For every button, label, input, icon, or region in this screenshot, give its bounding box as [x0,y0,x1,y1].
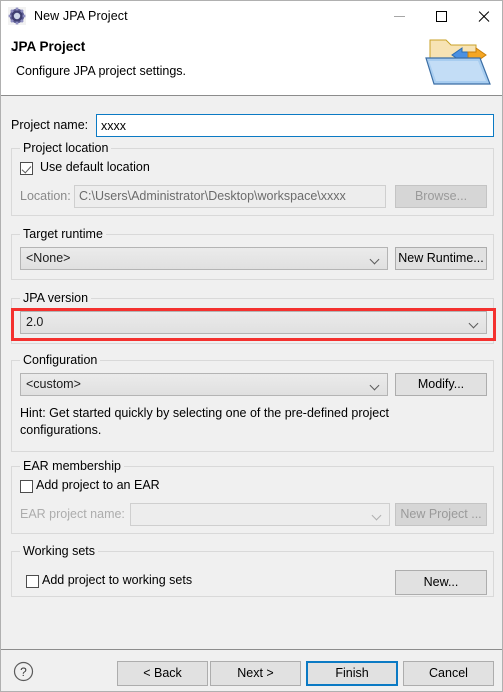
jpa-version-group-label: JPA version [20,291,92,305]
working-sets-group-label: Working sets [20,544,99,558]
project-name-label: Project name: [11,118,89,132]
minimize-button[interactable] [378,1,420,31]
add-project-to-working-sets-checkbox[interactable] [26,575,39,588]
folder-import-export-icon [424,34,496,90]
close-icon [477,10,490,23]
cancel-button[interactable]: Cancel [403,661,494,686]
chevron-down-icon [373,512,381,517]
minimize-icon [393,15,405,17]
chevron-down-icon [470,320,478,325]
svg-text:?: ? [20,665,27,679]
add-project-to-ear-label: Add project to an EAR [36,478,160,492]
dialog-header: JPA Project Configure JPA project settin… [1,31,502,96]
window-controls [378,1,502,31]
project-location-group-label: Project location [20,141,112,155]
location-label: Location: [20,189,71,203]
configuration-value: <custom> [26,377,81,391]
modify-button[interactable]: Modify... [395,373,487,396]
project-location-group: Project location Use default location Lo… [11,141,494,216]
new-project-button[interactable]: New Project ... [395,503,487,526]
configuration-group: Configuration <custom> Modify... Hint: G… [11,353,494,452]
project-name-input[interactable] [96,114,494,137]
configuration-hint: Hint: Get started quickly by selecting o… [20,406,389,437]
jpa-project-gear-icon [8,7,26,25]
back-button[interactable]: < Back [117,661,208,686]
working-sets-group: Working sets Add project to working sets… [11,544,494,597]
target-runtime-group: Target runtime <None> New Runtime... [11,227,494,280]
configuration-combo[interactable]: <custom> [20,373,388,396]
next-button[interactable]: Next > [210,661,301,686]
new-working-set-button[interactable]: New... [395,570,487,595]
page-title: JPA Project [11,39,86,54]
ear-membership-group: EAR membership Add project to an EAR EAR… [11,459,494,534]
close-button[interactable] [462,1,502,31]
add-project-to-ear-checkbox[interactable] [20,480,33,493]
browse-button[interactable]: Browse... [395,185,487,208]
finish-button[interactable]: Finish [306,661,398,686]
dialog-footer: ? < Back Next > Finish Cancel [1,649,502,691]
maximize-icon [435,10,447,22]
ear-project-name-label: EAR project name: [20,507,125,521]
chevron-down-icon [371,382,379,387]
project-name-row: Project name: [11,114,494,138]
maximize-button[interactable] [420,1,462,31]
window-title: New JPA Project [34,9,128,23]
target-runtime-group-label: Target runtime [20,227,106,241]
title-bar: New JPA Project [1,1,502,31]
location-field[interactable]: C:\Users\Administrator\Desktop\workspace… [74,185,386,208]
jpa-version-combo[interactable]: 2.0 [20,311,487,334]
use-default-location-checkbox[interactable] [20,162,33,175]
jpa-version-group: JPA version 2.0 [11,291,494,344]
ear-project-name-combo[interactable] [130,503,390,526]
jpa-version-value: 2.0 [26,315,44,329]
new-runtime-button[interactable]: New Runtime... [395,247,487,270]
chevron-down-icon [371,256,379,261]
help-question-icon[interactable]: ? [13,661,34,682]
configuration-group-label: Configuration [20,353,101,367]
target-runtime-value: <None> [26,251,71,265]
target-runtime-combo[interactable]: <None> [20,247,388,270]
use-default-location-label: Use default location [40,160,150,174]
dialog-body: Project name: Project location Use defau… [1,96,502,649]
add-project-to-working-sets-label: Add project to working sets [42,573,193,587]
page-subtitle: Configure JPA project settings. [16,64,186,78]
ear-membership-group-label: EAR membership [20,459,124,473]
new-jpa-project-dialog: New JPA Project JPA Project Configure JP… [0,0,503,692]
